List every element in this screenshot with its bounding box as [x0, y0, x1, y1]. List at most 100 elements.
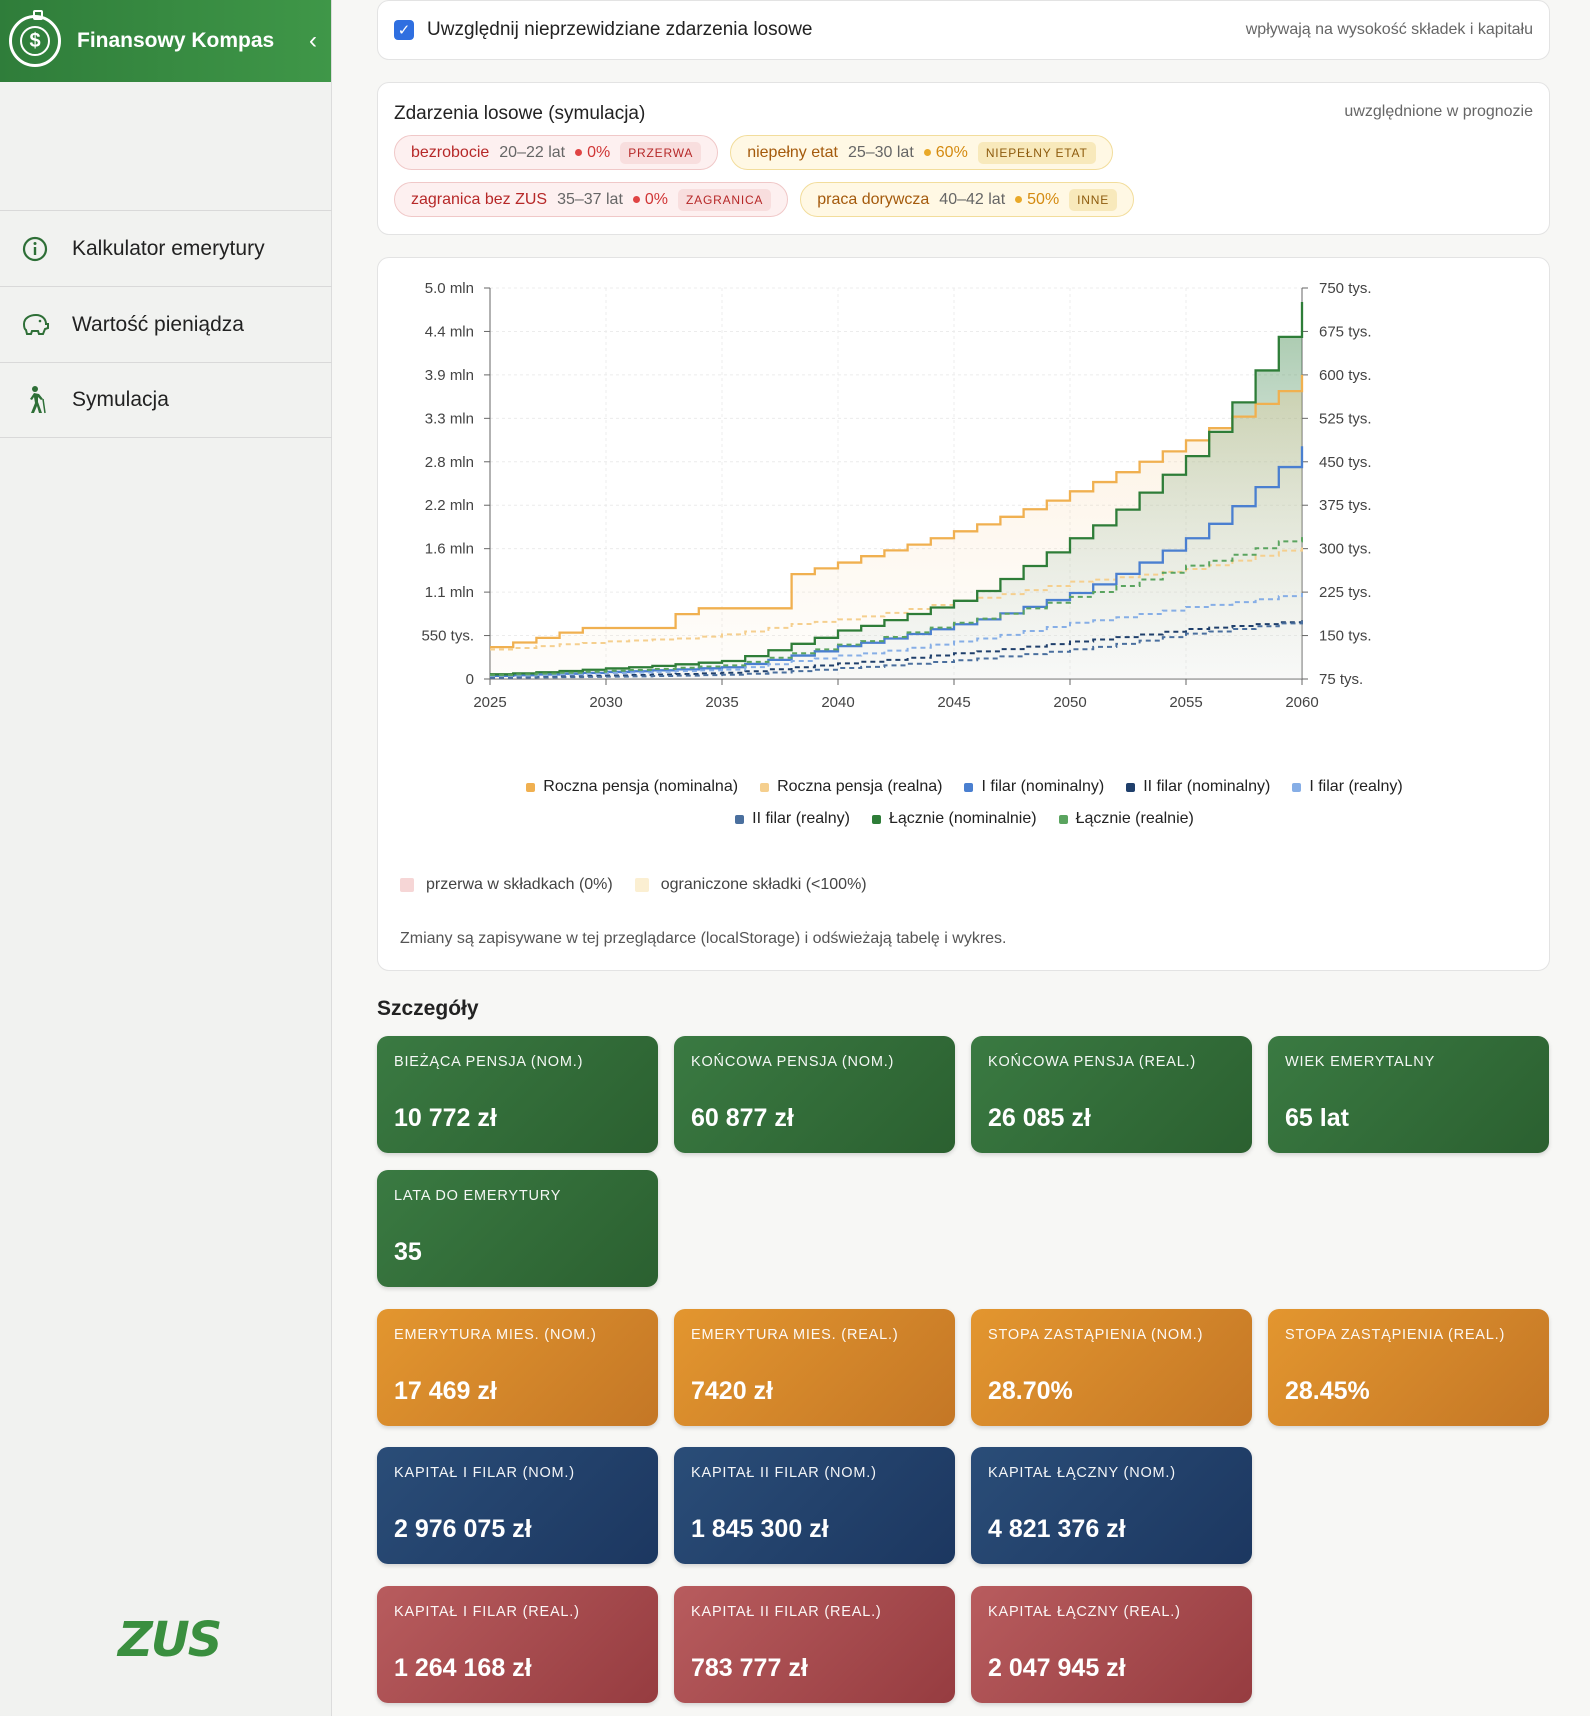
stat-tile: EMERYTURA MIES. (REAL.) 7420 zł [674, 1309, 955, 1426]
stat-tile-value: 65 lat [1285, 1104, 1349, 1132]
legend-label: Roczna pensja (nominalna) [543, 778, 739, 795]
stat-tile-value: 1 845 300 zł [691, 1515, 829, 1543]
random-events-toggle-card: ✓ Uwzględnij nieprzewidziane zdarzenia l… [377, 0, 1550, 60]
event-age: 35–37 lat [557, 190, 623, 208]
stat-tile-label: EMERYTURA MIES. (REAL.) [691, 1327, 899, 1343]
sidebar-item-money-value[interactable]: Wartość pieniądza [0, 286, 332, 362]
chart-legend: Roczna pensja (nominalna) Roczna pensja (… [378, 778, 1551, 796]
stat-tile-label: KOŃCOWA PENSJA (NOM.) [691, 1054, 895, 1070]
events-title: Zdarzenia losowe (symulacja) [394, 103, 646, 124]
legend-item[interactable]: I filar (realny) [1292, 778, 1403, 796]
legend-swatch [735, 814, 745, 824]
stat-tile-label: LATA DO EMERYTURY [394, 1188, 562, 1204]
y-right-tick-label: 525 tys. [1319, 410, 1372, 427]
stat-tile: LATA DO EMERYTURY 35 [377, 1170, 658, 1287]
stat-tile-value: 17 469 zł [394, 1377, 497, 1405]
random-events-checkbox[interactable]: ✓ [394, 20, 414, 40]
event-pct: 50% [1027, 190, 1060, 208]
event-age: 40–42 lat [939, 190, 1006, 208]
event-tag: INNE [1069, 188, 1118, 211]
x-tick-label: 2030 [589, 694, 622, 711]
stat-tile-value: 1 264 168 zł [394, 1654, 532, 1682]
x-tick-label: 2025 [473, 694, 506, 711]
details-title: Szczegóły [377, 997, 479, 1020]
stat-tile-label: KAPITAŁ II FILAR (REAL.) [691, 1604, 882, 1620]
stat-tile-label: STOPA ZASTĄPIENIA (NOM.) [988, 1327, 1204, 1343]
stat-tile-label: KAPITAŁ I FILAR (REAL.) [394, 1604, 580, 1620]
legend-item[interactable]: Łącznie (realnie) [1058, 810, 1194, 828]
event-pct: 0% [644, 190, 669, 208]
legend-item[interactable]: II filar (realny) [735, 810, 850, 828]
legend-item[interactable]: II filar (nominalny) [1126, 778, 1270, 796]
y-left-tick-label: 1.6 mln [425, 541, 474, 558]
stat-tile-value: 783 777 zł [691, 1654, 808, 1682]
legend-item[interactable]: Łącznie (nominalnie) [871, 810, 1037, 828]
shade-legend-label: przerwa w składkach (0%) [426, 876, 613, 893]
x-tick-label: 2055 [1169, 694, 1202, 711]
legend-swatch [964, 782, 974, 792]
legend-swatch [871, 814, 881, 824]
projection-chart: 0 550 tys. 1.1 mln 1.6 mln 2.2 mln 2.8 mln 3.3… [421, 280, 1372, 711]
event-name: zagranica bez ZUS [411, 190, 548, 208]
event-pct: 60% [935, 143, 968, 161]
stat-tile-value: 2 047 945 zł [988, 1654, 1126, 1682]
stat-tile-value: 4 821 376 zł [988, 1515, 1126, 1543]
stat-tile: WIEK EMERYTALNY 65 lat [1268, 1036, 1549, 1153]
stat-tile: STOPA ZASTĄPIENIA (NOM.) 28.70% [971, 1309, 1252, 1426]
event-age: 20–22 lat [499, 143, 566, 161]
zus-logo: ZUS [118, 1612, 222, 1668]
event-name: bezrobocie [411, 143, 490, 161]
stat-tile: KAPITAŁ I FILAR (REAL.) 1 264 168 zł [377, 1586, 658, 1703]
y-right-tick-label: 750 tys. [1319, 280, 1372, 297]
legend-item[interactable]: Roczna pensja (nominalna) [526, 778, 738, 796]
shade-legend-label: ograniczone składki (<100%) [660, 876, 867, 893]
legend-swatch [1292, 782, 1302, 792]
sidebar-item-calculator[interactable]: Kalkulator emerytury [0, 210, 332, 286]
random-events-note: wpływają na wysokość składek i kapitału [1245, 21, 1533, 38]
legend-label: Roczna pensja (realna) [777, 778, 943, 795]
shade-swatch [634, 878, 649, 892]
shade-legend-gap: przerwa w składkach (0%) [400, 876, 613, 894]
stat-tile: KAPITAŁ I FILAR (NOM.) 2 976 075 zł [377, 1447, 658, 1564]
stat-tile-value: 26 085 zł [988, 1104, 1091, 1132]
random-events-card: Zdarzenia losowe (symulacja) uwzględnion… [377, 82, 1550, 235]
walking-person-icon [20, 385, 50, 415]
legend-label: II filar (realny) [752, 810, 850, 827]
sidebar-nav: Kalkulator emerytury Wartość pieniądza S… [0, 210, 332, 438]
x-tick-label: 2045 [937, 694, 970, 711]
event-dot [575, 149, 583, 156]
chevron-left-icon[interactable]: ‹ [309, 27, 317, 55]
storage-note: Zmiany są zapisywane w tej przeglądarce … [400, 930, 1007, 947]
stat-tile-value: 7420 zł [691, 1377, 774, 1405]
y-right-tick-label: 75 tys. [1319, 671, 1363, 688]
x-tick-label: 2050 [1053, 694, 1086, 711]
event-pill: praca dorywcza 40–42 lat 50% INNE [800, 182, 1135, 217]
stat-tile: KAPITAŁ ŁĄCZNY (NOM.) 4 821 376 zł [971, 1447, 1252, 1564]
shade-swatch [400, 878, 414, 892]
y-right-tick-label: 300 tys. [1319, 541, 1372, 558]
legend-swatch [526, 782, 536, 792]
sidebar-item-label: Wartość pieniądza [72, 312, 244, 336]
sidebar-item-simulation[interactable]: Symulacja [0, 362, 332, 438]
event-pill: zagranica bez ZUS 35–37 lat 0% ZAGRANICA [394, 182, 789, 217]
legend-label: II filar (nominalny) [1143, 778, 1271, 795]
event-dot [923, 149, 931, 156]
stat-tile-label: STOPA ZASTĄPIENIA (REAL.) [1285, 1327, 1506, 1343]
legend-item[interactable]: Roczna pensja (realna) [760, 778, 942, 796]
stat-tile-label: KAPITAŁ ŁĄCZNY (NOM.) [988, 1465, 1176, 1481]
event-pill: niepełny etat 25–30 lat 60% NIEPEŁNY ETA… [730, 135, 1113, 170]
stat-tile-value: 2 976 075 zł [394, 1515, 532, 1543]
y-right-tick-label: 375 tys. [1319, 497, 1372, 514]
event-tag: ZAGRANICA [678, 188, 772, 211]
event-pct: 0% [587, 143, 611, 161]
stat-tile: BIEŻĄCA PENSJA (NOM.) 10 772 zł [377, 1036, 658, 1153]
info-circle-icon [20, 234, 50, 264]
legend-item[interactable]: I filar (nominalny) [964, 778, 1104, 796]
stat-tile: KAPITAŁ II FILAR (REAL.) 783 777 zł [674, 1586, 955, 1703]
sidebar-item-label: Symulacja [72, 388, 169, 411]
legend-swatch [1126, 782, 1136, 792]
event-dot [1015, 196, 1023, 203]
shade-legend: przerwa w składkach (0%) ograniczone skł… [400, 876, 867, 894]
y-left-tick-label: 1.1 mln [425, 584, 474, 601]
legend-label: Łącznie (realnie) [1075, 810, 1194, 827]
